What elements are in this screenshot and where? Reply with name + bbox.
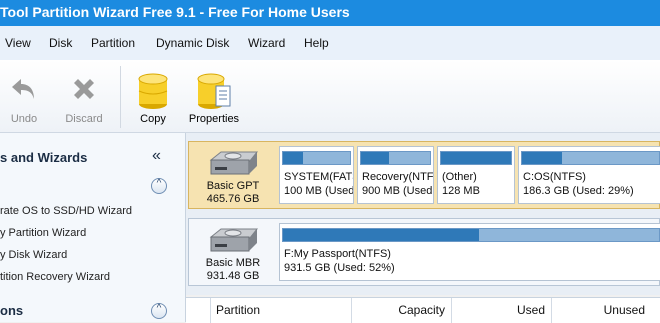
sidebar-item-copy-disk[interactable]: y Disk Wizard (0, 249, 67, 261)
partition-name: SYSTEM(FAT32 (284, 171, 353, 183)
title-bar: Tool Partition Wizard Free 9.1 - Free Fo… (0, 0, 660, 26)
partition-name: (Other) (442, 171, 477, 183)
sidebar-item-copy-partition[interactable]: y Partition Wizard (0, 227, 86, 239)
properties-button[interactable]: Properties (186, 60, 242, 132)
disk-type: Basic MBR (205, 257, 261, 269)
partition-details: 128 MB (442, 185, 480, 197)
usage-fill (522, 152, 562, 164)
undo-icon (12, 79, 34, 99)
partition-details: 186.3 GB (Used: 29%) (523, 185, 634, 197)
menu-dynamic-disk[interactable]: Dynamic Disk (156, 36, 229, 50)
usage-fill (283, 152, 304, 164)
column-used[interactable]: Used (451, 298, 551, 323)
chevron-up-icon: ^ (156, 178, 162, 189)
partition-name: Recovery(NTF (362, 171, 434, 183)
disk-2-info[interactable]: Basic MBR 931.48 GB (189, 219, 277, 285)
usage-fill (441, 152, 511, 164)
copy-button[interactable]: Copy (130, 60, 176, 132)
partition-table-header: Partition Capacity Used Unused (186, 297, 660, 323)
usage-bar (360, 151, 431, 165)
column-unused[interactable]: Unused (551, 298, 651, 323)
usage-bar (282, 151, 351, 165)
menu-help[interactable]: Help (304, 36, 329, 50)
sidebar-item-partition-recovery[interactable]: tition Recovery Wizard (0, 271, 110, 283)
menu-bar: View Disk Partition Dynamic Disk Wizard … (0, 26, 660, 61)
disk-size: 931.48 GB (206, 270, 260, 282)
partition-name: F:My Passport(NTFS) (284, 248, 391, 260)
sidebar: s and Wizards « ^ rate OS to SSD/HD Wiza… (0, 133, 186, 322)
toolbar-separator (120, 66, 121, 128)
partition-details: 931.5 GB (Used: 52%) (284, 262, 395, 274)
partition-name: C:OS(NTFS) (523, 171, 586, 183)
partition-block[interactable]: Recovery(NTF 900 MB (Used: (357, 146, 434, 204)
undo-button[interactable]: Undo (0, 60, 48, 132)
disk-1-row[interactable]: Basic GPT 465.76 GB SYSTEM(FAT32 100 MB … (188, 141, 660, 209)
partition-details: 100 MB (Used: (284, 185, 354, 197)
operations-heading: ons (0, 303, 24, 318)
usage-fill (283, 229, 479, 241)
partition-block[interactable]: F:My Passport(NTFS) 931.5 GB (Used: 52%) (279, 223, 660, 281)
partition-block[interactable]: SYSTEM(FAT32 100 MB (Used: (279, 146, 354, 204)
hard-disk-icon (209, 151, 259, 175)
menu-partition[interactable]: Partition (91, 36, 135, 50)
partition-block[interactable]: (Other) 128 MB (437, 146, 515, 204)
chevron-up-icon: ^ (156, 303, 162, 314)
collapse-operations-button[interactable]: ^ (151, 303, 167, 319)
sidebar-item-migrate-os[interactable]: rate OS to SSD/HD Wizard (0, 205, 132, 217)
menu-view[interactable]: View (5, 36, 31, 50)
copy-label: Copy (140, 113, 166, 125)
hard-disk-icon (209, 228, 259, 252)
collapse-wizards-button[interactable]: ^ (151, 178, 167, 194)
discard-button[interactable]: Discard (60, 60, 108, 132)
usage-fill (361, 152, 389, 164)
toolbar: Undo Discard Copy Properties (0, 60, 660, 133)
copy-icon (138, 73, 168, 109)
usage-bar (282, 228, 660, 242)
usage-bar (521, 151, 660, 165)
column-partition[interactable]: Partition (210, 298, 351, 323)
discard-icon (74, 79, 94, 99)
actions-wizards-heading: s and Wizards (0, 150, 88, 165)
disk-size: 465.76 GB (206, 193, 260, 205)
properties-icon (197, 73, 231, 109)
window-title: Tool Partition Wizard Free 9.1 - Free Fo… (0, 4, 350, 20)
properties-label: Properties (188, 113, 240, 125)
partition-block[interactable]: C:OS(NTFS) 186.3 GB (Used: 29%) (518, 146, 660, 204)
menu-wizard[interactable]: Wizard (248, 36, 285, 50)
disk-type: Basic GPT (206, 180, 260, 192)
column-capacity[interactable]: Capacity (351, 298, 451, 323)
usage-bar (440, 151, 512, 165)
undo-label: Undo (10, 113, 38, 125)
discard-label: Discard (65, 113, 103, 125)
partition-details: 900 MB (Used: (362, 185, 434, 197)
menu-disk[interactable]: Disk (49, 36, 72, 50)
collapse-sidebar-icon[interactable]: « (152, 147, 161, 165)
disk-2-row[interactable]: Basic MBR 931.48 GB F:My Passport(NTFS) … (188, 218, 660, 286)
disk-1-info[interactable]: Basic GPT 465.76 GB (189, 142, 277, 208)
